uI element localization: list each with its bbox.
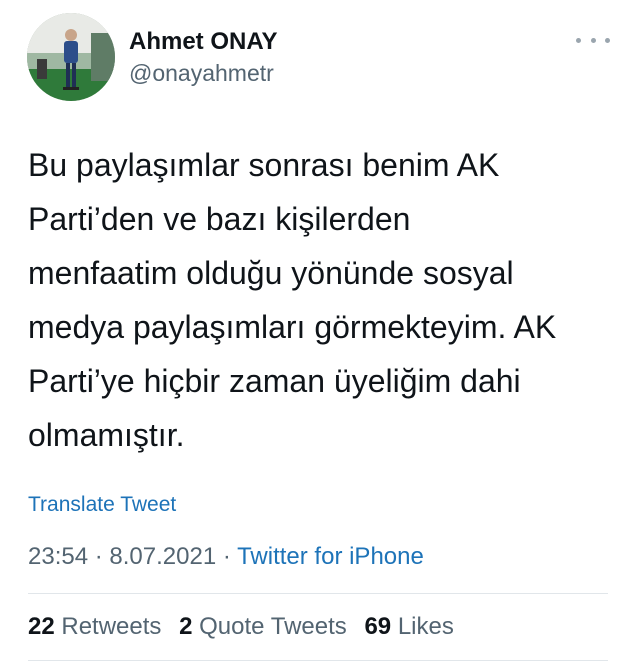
quote-tweets-count: 2 [179,613,193,640]
user-handle[interactable]: @onayahmetr [129,60,274,87]
tweet-line: olmamıştır. [28,417,185,453]
tweet-time[interactable]: 23:54 [28,543,88,570]
likes-label: Likes [397,613,454,640]
tweet-date[interactable]: 8.07.2021 [109,543,216,570]
dot [576,37,581,43]
tweet-meta: 23:54 · 8.07.2021 · Twitter for iPhone [28,543,424,571]
retweets-stat[interactable]: 22 Retweets [28,613,161,640]
meta-separator: · [216,543,238,570]
tweet-line: Parti’ye hiçbir zaman üyeliğim dahi [28,363,521,399]
avatar-photo [27,13,115,101]
tweet-line: Parti’den ve bazı kişilerden [28,201,411,237]
avatar[interactable] [27,13,115,101]
tweet-stats: 22 Retweets 2 Quote Tweets 69 Likes [28,613,465,641]
likes-stat[interactable]: 69 Likes [364,613,453,640]
divider [28,593,608,594]
tweet-text: Bu paylaşımlar sonrası benim AK Parti’de… [28,138,608,462]
tweet-line: menfaatim olduğu yönünde sosyal [28,255,514,291]
translate-tweet-link[interactable]: Translate Tweet [28,493,176,517]
quote-tweets-label: Quote Tweets [199,613,347,640]
divider [28,660,608,661]
dot [605,37,610,43]
retweets-count: 22 [28,613,55,640]
user-display-name[interactable]: Ahmet ONAY [129,28,277,56]
dot [590,37,596,43]
retweets-label: Retweets [61,613,162,640]
tweet-line: Bu paylaşımlar sonrası benim AK [28,147,500,183]
meta-separator: · [88,543,110,570]
quote-tweets-stat[interactable]: 2 Quote Tweets [179,613,347,640]
more-dots-icon[interactable] [576,30,610,50]
tweet-line: medya paylaşımları görmekteyim. AK [28,309,557,345]
tweet-source-link[interactable]: Twitter for iPhone [237,543,424,570]
likes-count: 69 [364,613,392,640]
